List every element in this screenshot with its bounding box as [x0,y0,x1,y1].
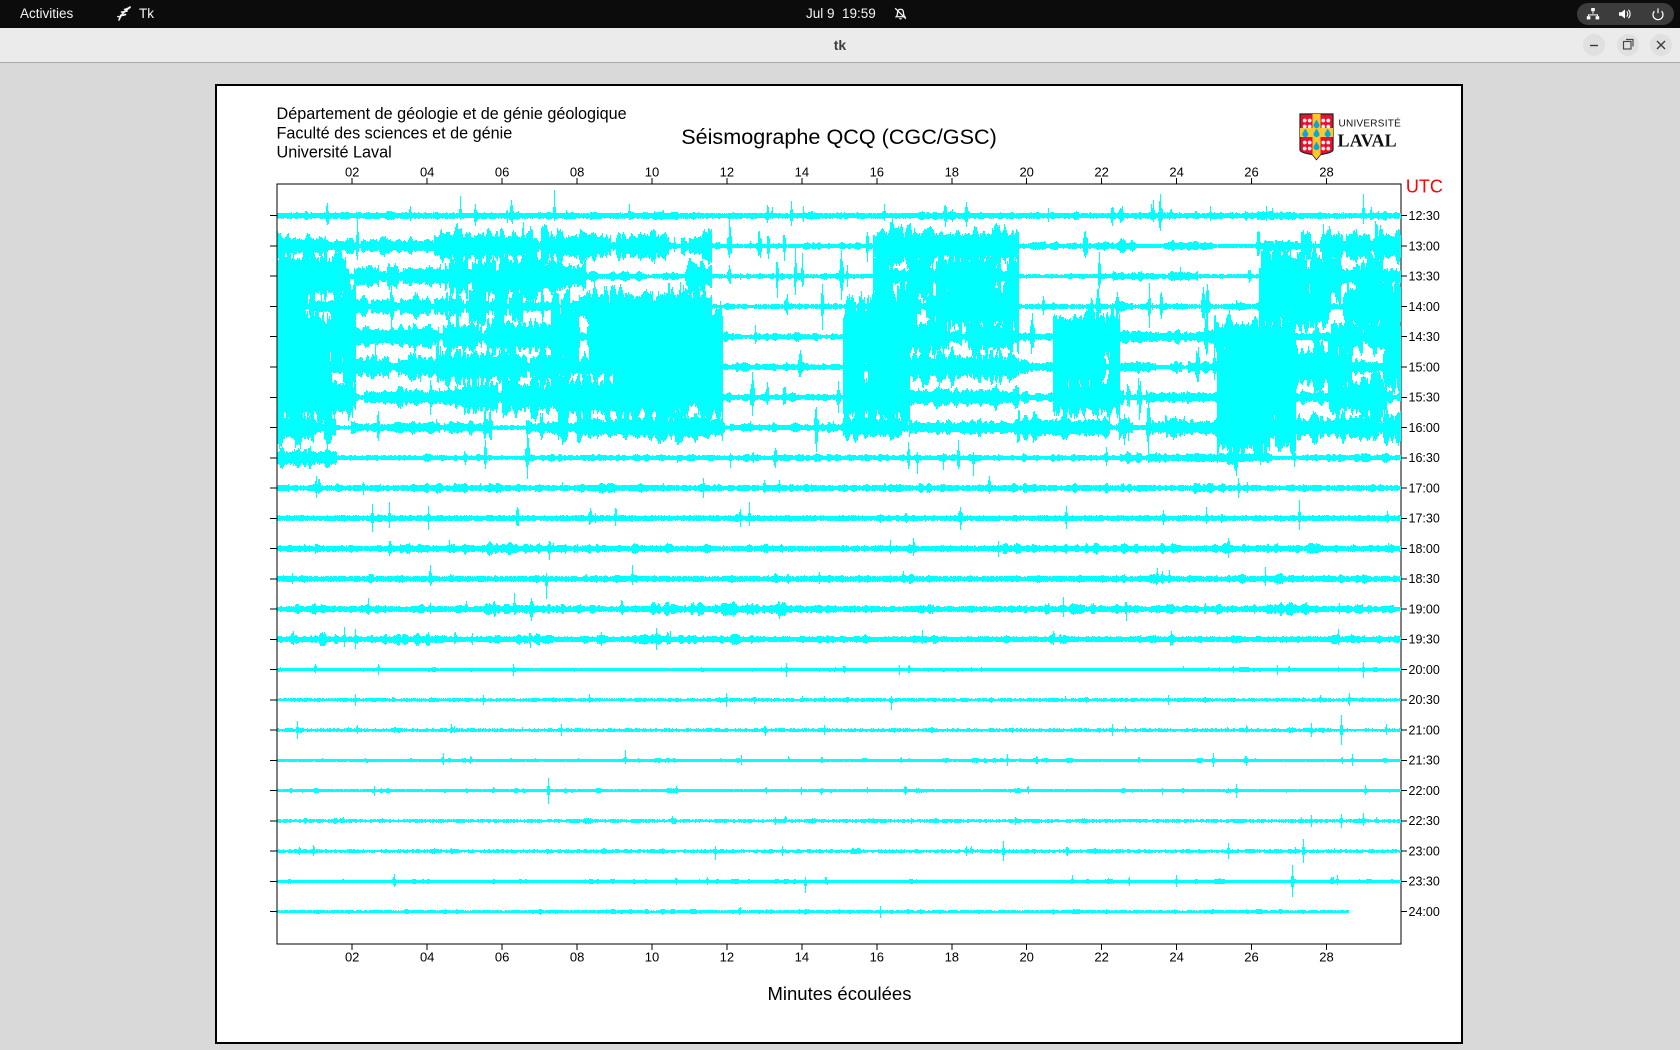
svg-text:14:00: 14:00 [1409,300,1440,314]
svg-text:18: 18 [945,950,959,965]
svg-text:Faculté des sciences et de gén: Faculté des sciences et de génie [277,124,513,142]
svg-text:20:30: 20:30 [1409,693,1440,707]
svg-text:14: 14 [795,165,809,180]
svg-text:02: 02 [345,165,359,180]
svg-text:UTC: UTC [1406,176,1443,196]
svg-text:26: 26 [1244,950,1258,965]
svg-text:06: 06 [495,165,509,180]
svg-text:10: 10 [645,950,659,965]
svg-text:22: 22 [1094,165,1108,180]
svg-text:19:00: 19:00 [1409,602,1440,616]
svg-text:15:00: 15:00 [1409,360,1440,374]
svg-text:21:30: 21:30 [1409,754,1440,768]
svg-text:22: 22 [1094,950,1108,965]
svg-text:16:00: 16:00 [1409,421,1440,435]
svg-text:13:30: 13:30 [1409,270,1440,284]
svg-text:24: 24 [1169,165,1183,180]
svg-text:Département de géologie et de: Département de géologie et de génie géol… [277,105,627,123]
svg-text:20:00: 20:00 [1409,663,1440,677]
svg-text:22:00: 22:00 [1409,784,1440,798]
svg-text:16: 16 [870,165,884,180]
svg-text:12: 12 [720,950,734,965]
svg-text:17:00: 17:00 [1409,481,1440,495]
svg-text:04: 04 [420,950,434,965]
svg-text:14: 14 [795,950,809,965]
svg-text:16: 16 [870,950,884,965]
svg-text:24:00: 24:00 [1409,905,1440,919]
svg-text:23:00: 23:00 [1409,845,1440,859]
svg-text:22:30: 22:30 [1409,814,1440,828]
svg-text:13:00: 13:00 [1409,239,1440,253]
svg-text:26: 26 [1244,165,1258,180]
svg-text:19:30: 19:30 [1409,633,1440,647]
svg-text:Minutes écoulées: Minutes écoulées [768,983,912,1004]
svg-text:12: 12 [720,165,734,180]
svg-text:23:30: 23:30 [1409,875,1440,889]
svg-text:20: 20 [1019,950,1033,965]
svg-text:08: 08 [570,165,584,180]
svg-text:24: 24 [1169,950,1183,965]
svg-text:14:30: 14:30 [1409,330,1440,344]
svg-text:10: 10 [645,165,659,180]
svg-text:Séismographe QCQ (CGC/GSC): Séismographe QCQ (CGC/GSC) [681,124,997,149]
svg-text:20: 20 [1019,165,1033,180]
svg-text:UNIVERSITÉ: UNIVERSITÉ [1339,117,1402,130]
svg-text:28: 28 [1319,950,1333,965]
svg-text:28: 28 [1319,165,1333,180]
svg-text:06: 06 [495,950,509,965]
svg-text:21:00: 21:00 [1409,723,1440,737]
svg-text:17:30: 17:30 [1409,512,1440,526]
svg-text:18:30: 18:30 [1409,572,1440,586]
svg-text:02: 02 [345,950,359,965]
svg-text:08: 08 [570,950,584,965]
svg-text:LAVAL: LAVAL [1338,131,1397,151]
svg-text:18: 18 [945,165,959,180]
svg-text:18:00: 18:00 [1409,542,1440,556]
svg-text:Université Laval: Université Laval [277,144,392,162]
svg-text:12:30: 12:30 [1409,209,1440,223]
svg-text:16:30: 16:30 [1409,451,1440,465]
svg-text:15:30: 15:30 [1409,391,1440,405]
svg-text:04: 04 [420,165,434,180]
